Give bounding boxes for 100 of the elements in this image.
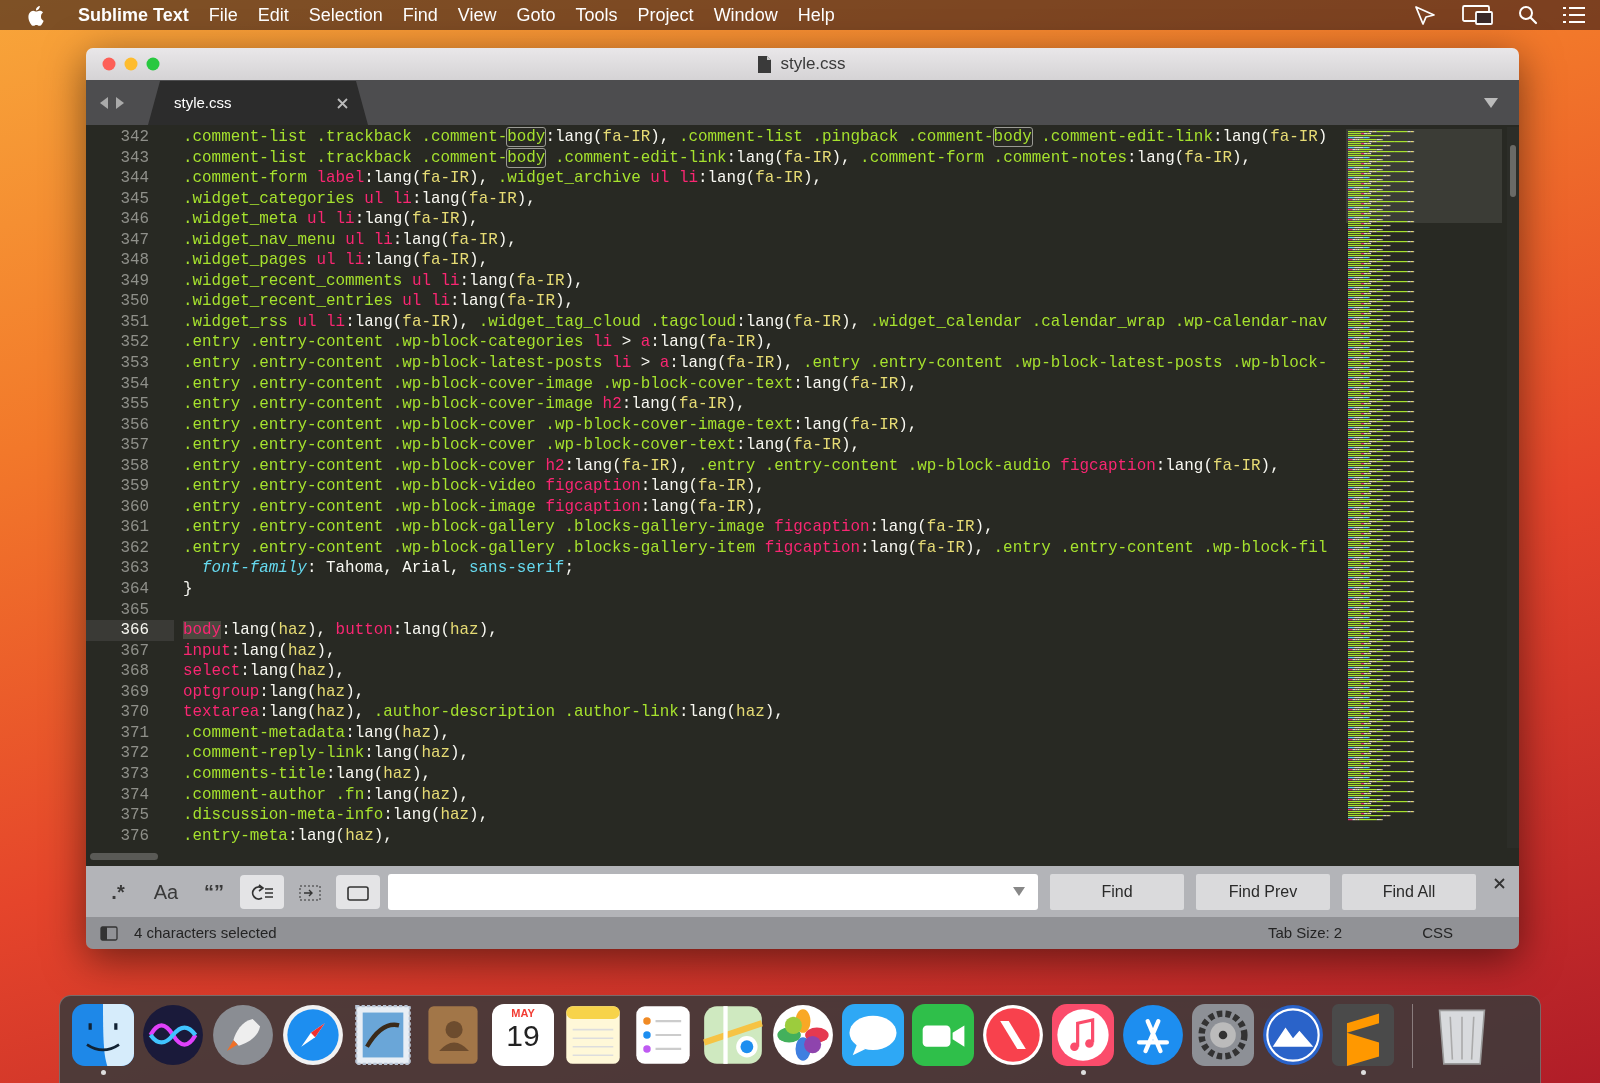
back-arrow-icon[interactable] <box>98 95 110 110</box>
search-icon[interactable] <box>1518 5 1538 25</box>
news-icon[interactable] <box>982 1004 1044 1066</box>
forward-arrow-icon[interactable] <box>114 95 126 110</box>
line-number: 342 <box>119 127 150 148</box>
code-line: .widget_pages ul li:lang(fa-IR), <box>182 250 490 271</box>
code-line: .entry .entry-content .wp-block-latest-posts li > a:lang(fa-IR), .entry .entry-content .wp-block-latest-posts .wp-block- <box>182 353 1329 374</box>
syntax-label[interactable]: CSS <box>1422 921 1453 945</box>
line-number: 357 <box>119 435 150 456</box>
line-number: 349 <box>119 270 150 292</box>
tab[interactable]: style.css <box>148 81 368 125</box>
line-number: 376 <box>119 825 150 847</box>
code-line: .entry .entry-content .wp-block-image figcaption:lang(fa-IR), <box>182 496 766 518</box>
flower-icon[interactable] <box>772 1004 834 1066</box>
line-number: 353 <box>119 353 150 374</box>
line-number: 343 <box>119 147 150 169</box>
code-line: .comments-title:lang(haz), <box>182 763 432 785</box>
status-text: 4 characters selected <box>134 922 277 943</box>
orb-icon[interactable] <box>142 1004 204 1066</box>
code-line: textarea:lang(haz), .author-description .author-link:lang(haz), <box>182 702 785 723</box>
code-line: body:lang(haz), button:lang(haz), <box>182 620 499 641</box>
menu-item[interactable]: Goto <box>506 1 566 29</box>
search-button[interactable]: Find All <box>1342 873 1476 910</box>
app-menu[interactable]: Sublime Text <box>68 1 199 29</box>
close-icon[interactable] <box>337 97 348 109</box>
s-logo-icon[interactable] <box>1332 1004 1394 1066</box>
apple-icon[interactable] <box>28 4 46 26</box>
code-line: .entry .entry-content .wp-block-categories li > a:lang(fa-IR), <box>182 332 776 353</box>
menu-item[interactable]: Window <box>703 1 788 29</box>
code-line: } <box>182 579 194 600</box>
menu-item[interactable]: Find <box>392 1 448 29</box>
menu-item[interactable]: View <box>447 1 507 29</box>
compass-icon[interactable] <box>282 1004 344 1066</box>
dropdown-icon[interactable] <box>1483 96 1499 109</box>
menu-item[interactable]: Selection <box>298 1 393 29</box>
speech-bubble-icon[interactable] <box>842 1004 904 1066</box>
stamp-icon[interactable] <box>352 1004 414 1066</box>
find-field[interactable] <box>388 873 1038 910</box>
code-line: .comment-list .trackback .comment-body .comment-edit-link:lang(fa-IR), .comment-form .comment-notes:lang(fa-IR), <box>182 147 1253 169</box>
line-number: 356 <box>119 414 150 436</box>
video-camera-icon[interactable] <box>912 1004 974 1066</box>
mountain-icon[interactable] <box>1262 1004 1324 1066</box>
line-number: 362 <box>119 537 150 559</box>
line-number: 361 <box>119 517 150 538</box>
music-note-icon[interactable] <box>1052 1004 1114 1066</box>
toggle-button[interactable]: “” <box>192 874 236 909</box>
code-line: .entry .entry-content .wp-block-cover h2:lang(fa-IR), .entry .entry-content .wp-block-audio figcaption:lang(fa-IR), <box>182 455 1281 477</box>
menu-item[interactable]: Edit <box>247 1 299 29</box>
code-line: .comment-metadata:lang(haz), <box>182 722 452 744</box>
line-number: 366 <box>86 620 174 641</box>
line-number: 371 <box>119 722 150 744</box>
calendar-icon[interactable]: MAY 19 <box>492 1004 554 1066</box>
window-title: style.css <box>780 53 846 76</box>
sidebar-icon[interactable] <box>100 925 118 941</box>
line-number: 350 <box>119 291 150 312</box>
search-button[interactable]: Find Prev <box>1196 873 1330 910</box>
line-number: 372 <box>119 743 150 764</box>
code-line: .comment-author .fn:lang(haz), <box>182 784 471 806</box>
rocket-icon[interactable] <box>212 1004 274 1066</box>
code-line: .entry .entry-content .wp-block-video figcaption:lang(fa-IR), <box>182 476 766 497</box>
line-number: 344 <box>119 168 150 189</box>
code-line: .widget_rss ul li:lang(fa-IR), .widget_tag_cloud .tagcloud:lang(fa-IR), .widget_calendar .calendar_wrap .wp-calendar-nav <box>182 311 1329 333</box>
code-line: .widget_recent_entries ul li:lang(fa-IR), <box>182 291 575 312</box>
map-icon[interactable] <box>702 1004 764 1066</box>
line-number: 348 <box>119 250 150 271</box>
menu-item[interactable]: Help <box>787 1 845 29</box>
face-icon[interactable] <box>72 1004 134 1066</box>
code-line: .entry .entry-content .wp-block-cover-image h2:lang(fa-IR), <box>182 394 747 415</box>
line-number: 359 <box>119 476 150 497</box>
code-line: input:lang(haz), <box>182 640 337 662</box>
line-number: 346 <box>119 209 150 230</box>
dropdown-icon[interactable] <box>1012 886 1026 897</box>
code-line: .widget_meta ul li:lang(fa-IR), <box>182 209 480 230</box>
menu-item[interactable]: Tools <box>565 1 628 29</box>
cursor-icon[interactable] <box>1414 4 1438 26</box>
app-store-icon[interactable] <box>1122 1004 1184 1066</box>
line-number: 358 <box>119 455 150 477</box>
code-line: optgroup:lang(haz), <box>182 681 366 703</box>
code-line: .entry .entry-content .wp-block-cover .wp-block-cover-text:lang(fa-IR), <box>182 435 862 456</box>
calendar-month: MAY <box>511 1008 535 1019</box>
code-line: .entry-meta:lang(haz), <box>182 825 394 847</box>
code-line: .discussion-meta-info:lang(haz), <box>182 805 490 826</box>
tab-size-label[interactable]: Tab Size: 2 <box>1267 921 1343 945</box>
line-number: 364 <box>119 579 150 600</box>
display-icon[interactable] <box>1462 4 1494 26</box>
menu-item[interactable]: File <box>198 1 248 29</box>
search-button[interactable]: Find <box>1050 873 1184 910</box>
toggle-button[interactable] <box>336 874 380 909</box>
toggle-button[interactable]: Aa <box>144 874 188 909</box>
toggle-button[interactable]: .* <box>96 874 140 909</box>
close-icon[interactable] <box>1494 878 1505 889</box>
line-number: 345 <box>119 188 150 210</box>
code-line: .entry .entry-content .wp-block-gallery .blocks-gallery-item figcaption:lang(fa-IR), .entry .entry-content .wp-block-fil <box>182 537 1329 559</box>
toggle-button[interactable] <box>240 874 284 909</box>
gear-icon[interactable] <box>1192 1004 1254 1066</box>
line-number: 347 <box>119 229 150 251</box>
list-icon[interactable] <box>1562 6 1586 24</box>
code-line: .widget_categories ul li:lang(fa-IR), <box>182 188 537 210</box>
code-line: select:lang(haz), <box>182 661 347 682</box>
menu-item[interactable]: Project <box>627 1 704 29</box>
